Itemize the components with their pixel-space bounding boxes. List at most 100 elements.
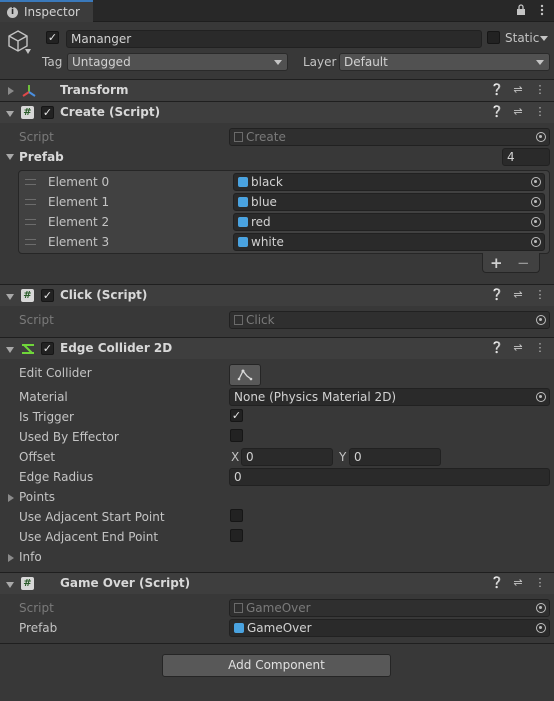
static-label: Static <box>505 31 540 45</box>
add-component-button[interactable]: Add Component <box>162 654 391 677</box>
info-foldout-arrow-icon[interactable] <box>8 554 14 562</box>
points-foldout-arrow-icon[interactable] <box>8 494 14 502</box>
object-picker-icon <box>536 315 546 325</box>
gameover-header-icons: ❔ ⇌ ⋮ <box>490 577 546 589</box>
used-by-effector-label: Used By Effector <box>19 430 119 444</box>
tag-dropdown[interactable]: Untagged <box>67 53 288 71</box>
object-picker-icon[interactable] <box>531 237 541 247</box>
gameover-script-header[interactable]: # Game Over (Script) ❔ ⇌ ⋮ <box>0 572 554 594</box>
object-picker-icon[interactable] <box>531 197 541 207</box>
offset-x-label: X <box>231 450 240 464</box>
kebab-menu-icon[interactable] <box>540 4 544 16</box>
prefab-foldout-arrow-icon[interactable] <box>6 154 14 160</box>
preset-icon[interactable]: ⇌ <box>512 577 524 589</box>
gameover-script-field: GameOver <box>229 599 550 617</box>
gameover-script-label: Script <box>19 601 54 615</box>
layer-dropdown[interactable]: Default <box>339 53 550 71</box>
create-script-header[interactable]: # ✓ Create (Script) ❔ ⇌ ⋮ <box>0 101 554 123</box>
layer-label: Layer <box>303 55 337 69</box>
material-field[interactable]: None (Physics Material 2D) <box>229 388 550 406</box>
preset-icon[interactable]: ⇌ <box>512 342 524 354</box>
static-dropdown-arrow-icon[interactable] <box>540 36 548 41</box>
element-value: black <box>251 175 283 189</box>
footer-divider <box>0 643 554 644</box>
object-picker-icon[interactable] <box>531 177 541 187</box>
prefab-cube-icon <box>238 217 248 227</box>
inspector-tab-bar: i Inspector <box>0 0 554 22</box>
preset-icon[interactable]: ⇌ <box>512 289 524 301</box>
edit-collider-button[interactable] <box>229 364 261 386</box>
lock-icon[interactable] <box>516 4 526 16</box>
click-header-icons: ❔ ⇌ ⋮ <box>490 289 546 301</box>
script-file-icon <box>234 132 243 142</box>
offset-y-input[interactable]: 0 <box>349 448 441 466</box>
transform-icon <box>21 83 37 99</box>
click-enabled-checkbox[interactable]: ✓ <box>41 289 54 302</box>
edge-enabled-checkbox[interactable]: ✓ <box>41 342 54 355</box>
create-enabled-checkbox[interactable]: ✓ <box>41 106 54 119</box>
create-script-field: Create <box>229 128 550 146</box>
element-field[interactable]: blue <box>233 193 545 211</box>
element-label: Element 2 <box>48 215 110 229</box>
drag-handle-icon[interactable] <box>25 219 36 225</box>
kebab-icon[interactable]: ⋮ <box>534 106 546 118</box>
help-icon[interactable]: ❔ <box>490 577 504 589</box>
collapse-arrow-icon[interactable] <box>6 111 14 117</box>
object-picker-icon[interactable] <box>531 217 541 227</box>
prefab-cube-icon <box>238 237 248 247</box>
prefab-size-input[interactable]: 4 <box>502 148 550 166</box>
drag-handle-icon[interactable] <box>25 199 36 205</box>
element-label: Element 1 <box>48 195 110 209</box>
tab-inspector[interactable]: i Inspector <box>0 0 93 22</box>
click-script-value: Click <box>246 313 275 327</box>
kebab-icon[interactable]: ⋮ <box>534 577 546 589</box>
help-icon[interactable]: ❔ <box>490 106 504 118</box>
transform-header[interactable]: Transform ❔ ⇌ ⋮ <box>0 79 554 101</box>
element-field[interactable]: white <box>233 233 545 251</box>
object-picker-icon[interactable] <box>536 392 546 402</box>
active-checkbox[interactable]: ✓ <box>46 31 59 44</box>
static-checkbox[interactable] <box>487 31 500 44</box>
element-field[interactable]: black <box>233 173 545 191</box>
info-label[interactable]: Info <box>19 550 42 564</box>
tag-value: Untagged <box>72 55 131 69</box>
is-trigger-checkbox[interactable]: ✓ <box>230 409 243 422</box>
help-icon[interactable]: ❔ <box>490 84 504 96</box>
expand-arrow-icon[interactable] <box>8 87 14 95</box>
edge-collider-header[interactable]: ✓ Edge Collider 2D ❔ ⇌ ⋮ <box>0 337 554 359</box>
prefab-label[interactable]: Prefab <box>19 150 64 164</box>
drag-handle-icon[interactable] <box>25 179 36 185</box>
preset-icon[interactable]: ⇌ <box>512 84 524 96</box>
element-field[interactable]: red <box>233 213 545 231</box>
adj-start-checkbox[interactable] <box>230 509 243 522</box>
help-icon[interactable]: ❔ <box>490 342 504 354</box>
element-label: Element 3 <box>48 235 110 249</box>
kebab-icon[interactable]: ⋮ <box>534 342 546 354</box>
collapse-arrow-icon[interactable] <box>6 347 14 353</box>
edge-radius-input[interactable]: 0 <box>229 468 550 486</box>
preset-icon[interactable]: ⇌ <box>512 106 524 118</box>
edit-shape-icon <box>237 369 253 381</box>
icon-dropdown-arrow-icon[interactable] <box>25 49 31 54</box>
edge-header-icons: ❔ ⇌ ⋮ <box>490 342 546 354</box>
offset-x-input[interactable]: 0 <box>241 448 333 466</box>
collapse-arrow-icon[interactable] <box>6 582 14 588</box>
collapse-arrow-icon[interactable] <box>6 294 14 300</box>
adj-end-checkbox[interactable] <box>230 529 243 542</box>
gameover-prefab-field[interactable]: GameOver <box>229 619 550 637</box>
used-by-effector-checkbox[interactable] <box>230 429 243 442</box>
is-trigger-label: Is Trigger <box>19 410 74 424</box>
kebab-icon[interactable]: ⋮ <box>534 84 546 96</box>
drag-handle-icon[interactable] <box>25 239 36 245</box>
prefab-cube-icon <box>238 177 248 187</box>
element-value: white <box>251 235 284 249</box>
points-label[interactable]: Points <box>19 490 55 504</box>
kebab-icon[interactable]: ⋮ <box>534 289 546 301</box>
add-element-button[interactable]: + <box>490 254 503 272</box>
object-picker-icon[interactable] <box>536 623 546 633</box>
gameobject-name-input[interactable]: Mananger <box>66 30 482 48</box>
remove-element-button[interactable]: − <box>517 254 530 272</box>
help-icon[interactable]: ❔ <box>490 289 504 301</box>
click-script-header[interactable]: # ✓ Click (Script) ❔ ⇌ ⋮ <box>0 284 554 306</box>
offset-label: Offset <box>19 450 56 464</box>
